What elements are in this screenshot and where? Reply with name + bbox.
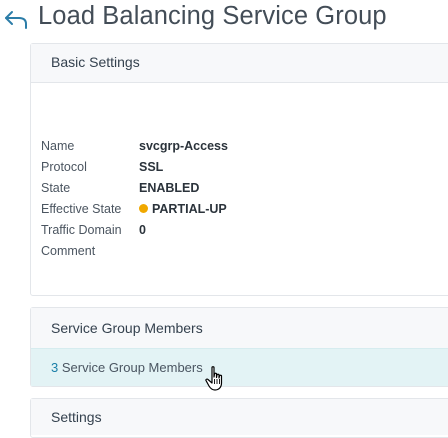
back-button[interactable] — [4, 9, 30, 31]
members-link-label[interactable]: Service Group Members — [62, 360, 203, 375]
effective-state-value: PARTIAL-UP — [152, 202, 227, 216]
status-dot-icon — [139, 204, 148, 213]
service-group-members-link[interactable]: 3 Service Group Members — [31, 349, 448, 386]
kv-value: 0 — [139, 223, 146, 237]
settings-heading[interactable]: Settings — [31, 399, 448, 435]
page-header: Load Balancing Service Group — [0, 0, 448, 38]
kv-key: Protocol — [41, 160, 87, 174]
kv-key: Traffic Domain — [41, 223, 122, 237]
kv-key: Comment — [41, 244, 96, 258]
page-title: Load Balancing Service Group — [38, 2, 387, 30]
service-group-members-panel: Service Group Members 3 Service Group Me… — [30, 307, 448, 387]
kv-value: svcgrp-Access — [139, 139, 228, 153]
basic-settings-heading: Basic Settings — [31, 44, 448, 83]
settings-panel: Settings — [30, 398, 448, 438]
kv-value: ENABLED — [139, 181, 200, 195]
kv-key: Effective State — [41, 202, 122, 216]
kv-key: State — [41, 181, 71, 195]
back-arrow-icon — [5, 11, 27, 29]
kv-value: PARTIAL-UP — [139, 199, 227, 220]
kv-value: SSL — [139, 160, 164, 174]
basic-settings-panel: Basic Settings Name svcgrp-Access Protoc… — [30, 43, 448, 296]
service-group-members-heading: Service Group Members — [31, 308, 448, 349]
kv-key: Name — [41, 139, 75, 153]
members-count[interactable]: 3 — [51, 360, 58, 375]
